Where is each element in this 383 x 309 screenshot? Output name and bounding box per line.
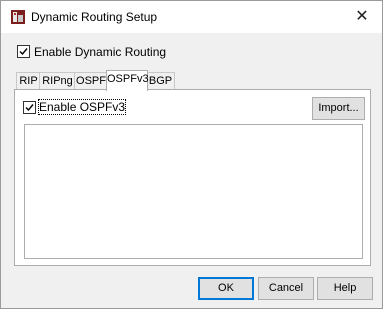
ospfv3-tab-panel: Enable OSPFv3 Import...	[14, 89, 371, 266]
dynamic-routing-dialog: Dynamic Routing Setup ✕ Enable Dynamic R…	[0, 0, 383, 309]
enable-dynamic-routing-checkbox[interactable]	[17, 45, 30, 58]
ospfv3-config-area[interactable]	[24, 124, 363, 259]
enable-ospfv3-checkbox[interactable]	[23, 101, 36, 114]
app-routing-icon	[11, 10, 25, 24]
tab-ripng[interactable]: RIPng	[39, 72, 76, 90]
help-button[interactable]: Help	[317, 277, 373, 300]
tab-ospf[interactable]: OSPF	[74, 72, 108, 90]
tab-bgp[interactable]: BGP	[146, 72, 175, 90]
close-icon[interactable]: ✕	[342, 1, 382, 33]
cancel-button[interactable]: Cancel	[258, 277, 314, 300]
tab-ospfv3[interactable]: OSPFv3	[106, 70, 149, 91]
import-button[interactable]: Import...	[312, 97, 365, 120]
enable-dynamic-routing-label[interactable]: Enable Dynamic Routing	[34, 45, 166, 59]
enable-ospfv3-label[interactable]: Enable OSPFv3	[37, 99, 127, 115]
window-title: Dynamic Routing Setup	[31, 10, 158, 24]
ok-button[interactable]: OK	[198, 277, 254, 300]
tab-rip[interactable]: RIP	[16, 72, 41, 90]
title-bar: Dynamic Routing Setup ✕	[1, 1, 382, 33]
